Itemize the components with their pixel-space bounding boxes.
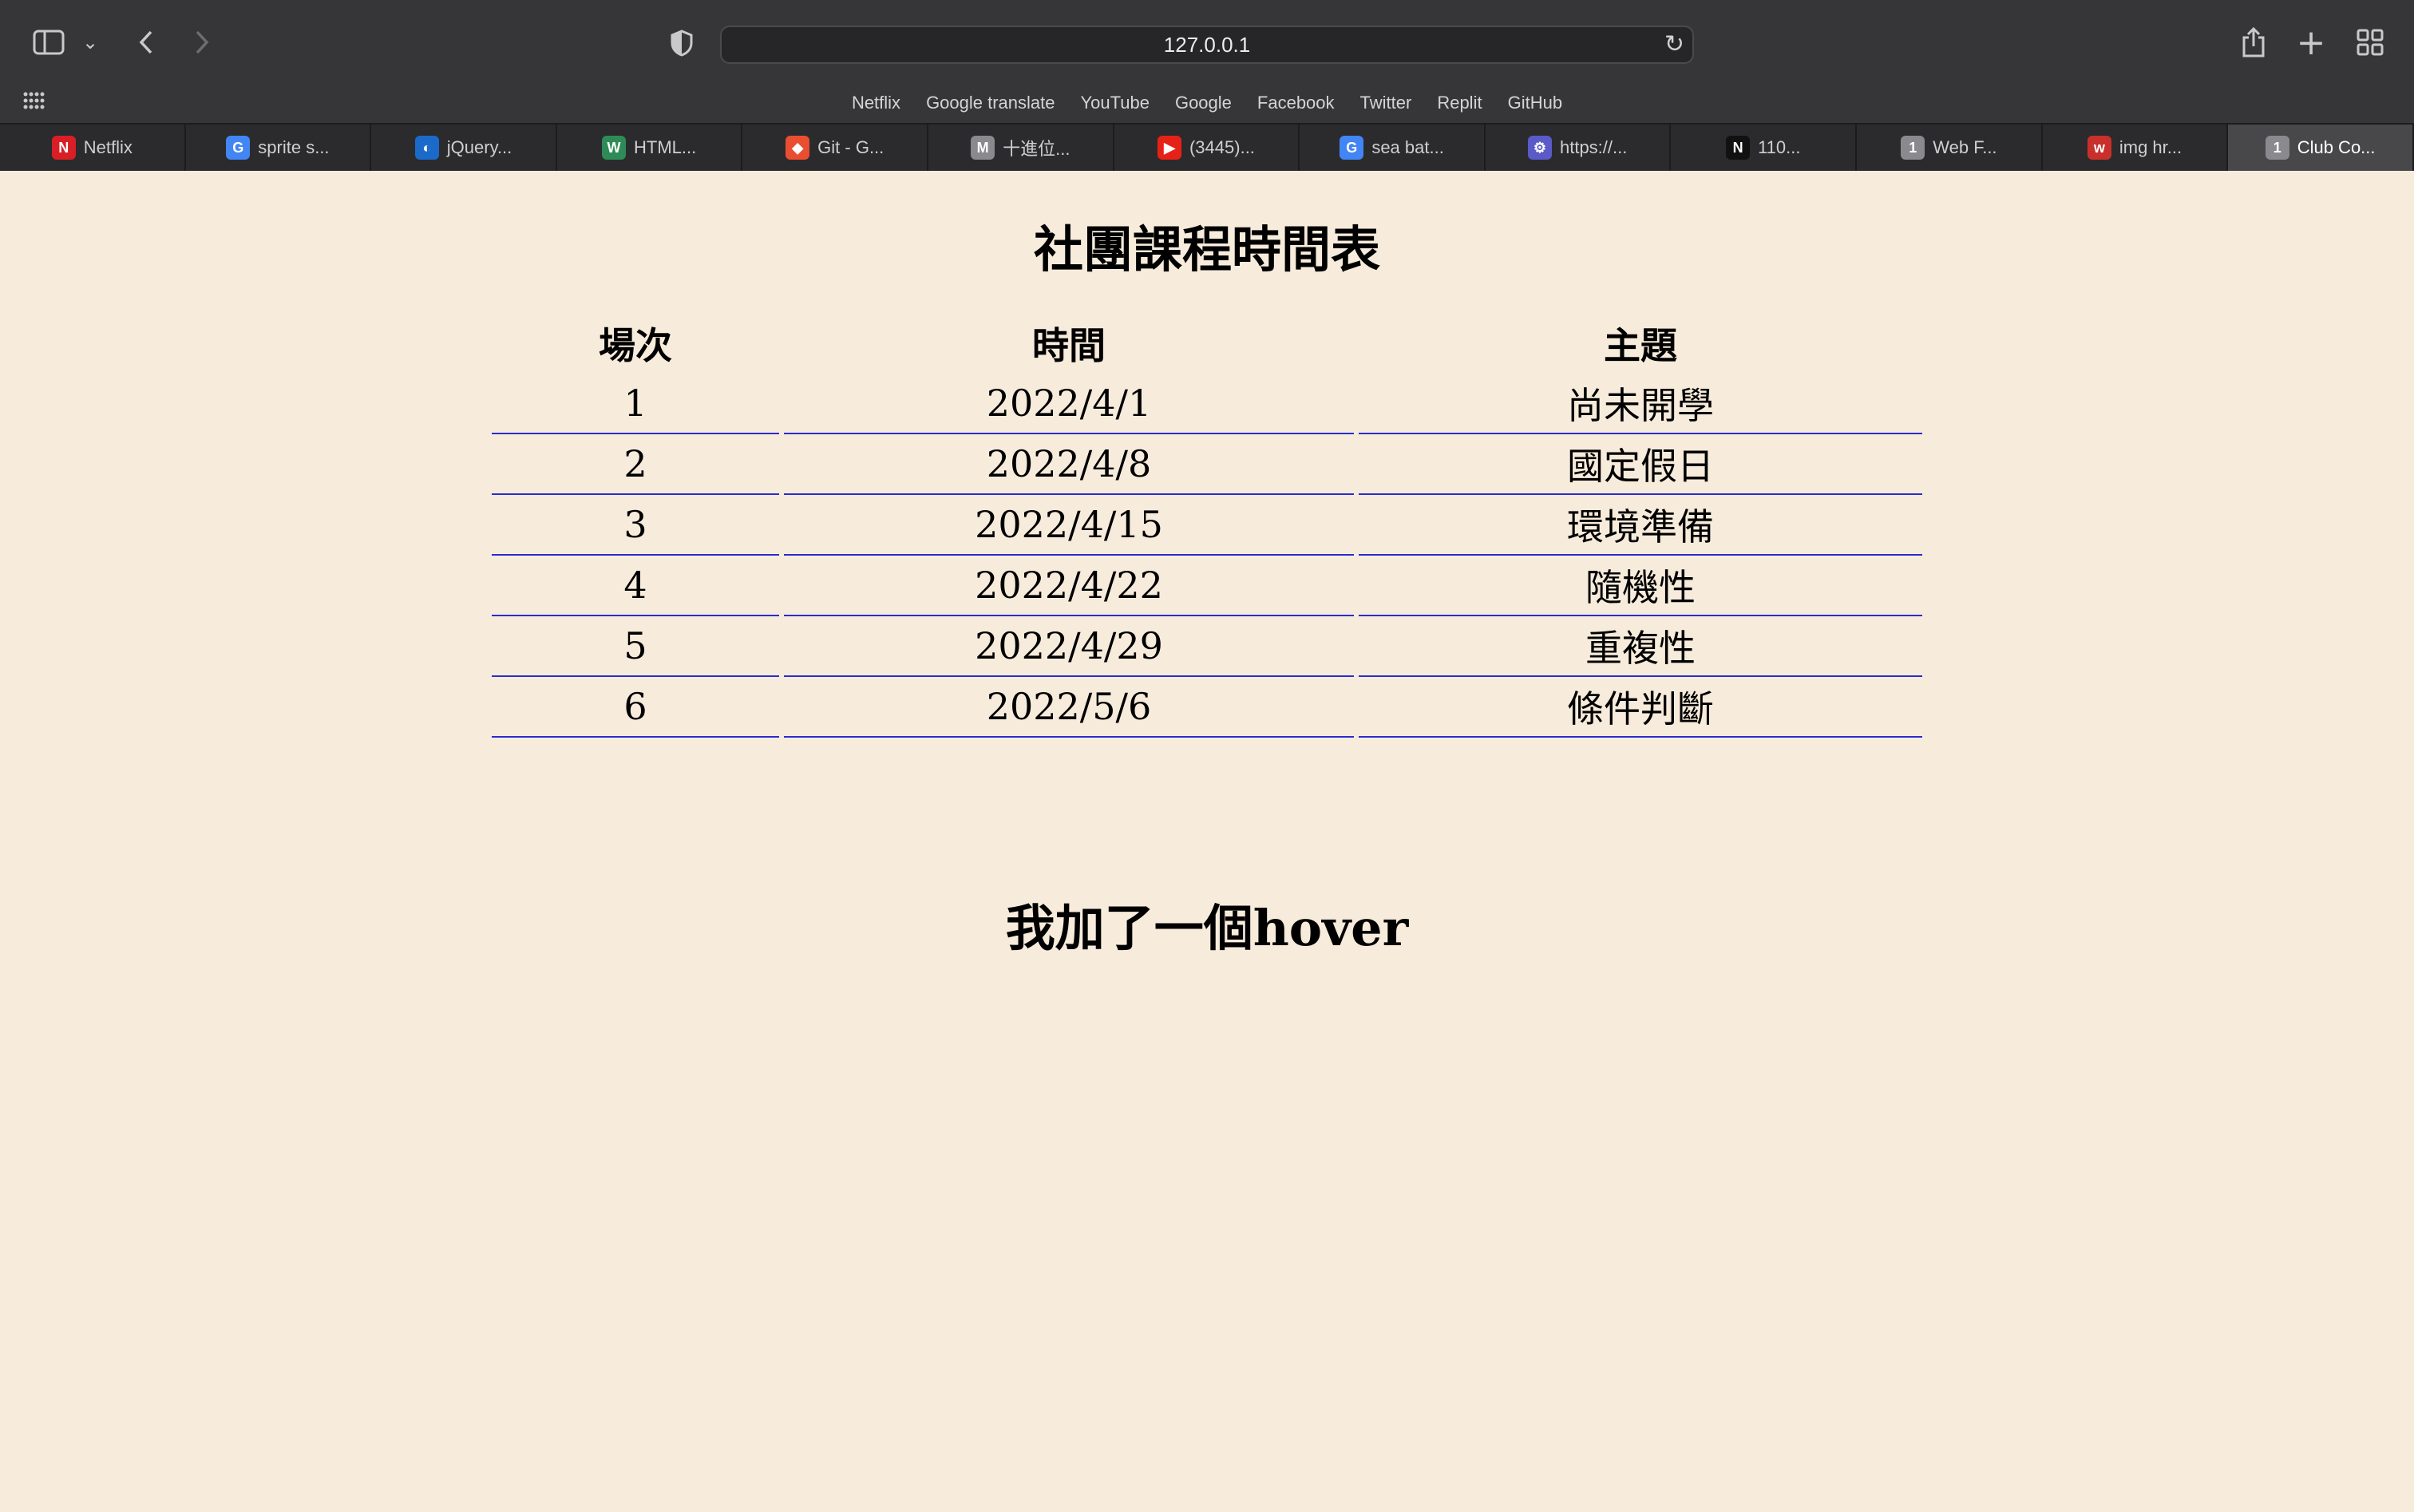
- table-row: 3 2022/4/15 環境準備: [492, 495, 1922, 556]
- favorite-google[interactable]: Google: [1175, 86, 1232, 120]
- table-row: 5 2022/4/29 重複性: [492, 616, 1922, 677]
- browser-tab-label: https://...: [1559, 137, 1628, 157]
- favorites-bar: Netflix Google translate YouTube Google …: [0, 86, 2414, 120]
- w3-red-icon: w: [2087, 136, 2111, 160]
- browser-tab[interactable]: ⚙ https://...: [1486, 125, 1672, 171]
- browser-tab-label: Netflix: [83, 137, 133, 157]
- browser-tab-label: sea bat...: [1371, 137, 1444, 157]
- reload-icon[interactable]: ↻: [1664, 30, 1684, 58]
- favorite-google-translate[interactable]: Google translate: [926, 86, 1055, 120]
- header-topic: 主題: [1604, 324, 1677, 367]
- browser-toolbar: ⌄ 127.0.0.1 ↻ +: [0, 0, 2414, 88]
- browser-tab[interactable]: Gsprite s...: [186, 125, 372, 171]
- table-row: 4 2022/4/22 隨機性: [492, 556, 1922, 616]
- browser-tab[interactable]: ◆ Git - G...: [742, 125, 929, 171]
- schedule-table: 場次 時間 主題 1 2022/4/1 尚未開學 2 2022/4/8 國定假日…: [492, 313, 1922, 738]
- favorite-replit[interactable]: Replit: [1437, 86, 1482, 120]
- browser-tab[interactable]: 1 Web F...: [1857, 125, 2043, 171]
- browser-tab[interactable]: ◐ jQuery...: [371, 125, 557, 171]
- cell-date: 2022/5/6: [784, 677, 1354, 738]
- browser-tab[interactable]: N Netflix: [0, 125, 186, 171]
- cell-topic: 條件判斷: [1359, 677, 1922, 738]
- table-row: 1 2022/4/1 尚未開學: [492, 374, 1922, 434]
- browser-tab[interactable]: N 110...: [1671, 125, 1858, 171]
- page-content: 社團課程時間表 場次 時間 主題 1 2022/4/1 尚未開學 2 2022/…: [0, 169, 2414, 1512]
- cell-session: 5: [492, 616, 779, 677]
- favorite-twitter[interactable]: Twitter: [1360, 86, 1412, 120]
- tab-bar: N Netflix Gsprite s... ◐ jQuery... W HTML... ◆ G…: [0, 123, 2414, 171]
- browser-tab-label: img hr...: [2119, 137, 2182, 157]
- browser-tab[interactable]: W HTML...: [557, 125, 743, 171]
- cell-session: 2: [492, 434, 779, 495]
- web-icon: ⚙: [1527, 136, 1552, 160]
- browser-tab-label: sprite s...: [258, 137, 330, 157]
- cell-topic: 重複性: [1359, 616, 1922, 677]
- page-title: 社團課程時間表: [1033, 220, 1380, 279]
- table-row: 6 2022/5/6 條件判斷: [492, 677, 1922, 738]
- table-header-row: 場次 時間 主題: [492, 313, 1922, 374]
- browser-tab-label: Web F...: [1933, 137, 1997, 157]
- cell-date: 2022/4/1: [784, 374, 1354, 434]
- chevron-down-icon[interactable]: ⌄: [77, 29, 104, 56]
- cell-session: 4: [492, 556, 779, 616]
- browser-tab-label: 十進位...: [1003, 139, 1070, 159]
- address-bar[interactable]: 127.0.0.1 ↻: [720, 26, 1694, 64]
- numbered-tab-icon: 1: [2265, 136, 2289, 160]
- numbered-tab-icon: 1: [1901, 136, 1925, 160]
- browser-tab-label: Club Co...: [2297, 137, 2376, 157]
- forward-icon[interactable]: [184, 24, 220, 61]
- browser-tab[interactable]: M 十進位...: [928, 125, 1114, 171]
- netflix-icon: N: [51, 136, 76, 160]
- share-icon[interactable]: [2235, 22, 2272, 62]
- google-icon: G: [226, 136, 251, 160]
- jquery-icon: ◐: [414, 136, 439, 160]
- hover-note-heading: 我加了一個hover: [1005, 899, 1409, 957]
- browser-tab[interactable]: Gsea bat...: [1300, 125, 1486, 171]
- favorite-netflix[interactable]: Netflix: [852, 86, 900, 120]
- notion-icon: N: [1726, 136, 1751, 160]
- medium-icon: M: [971, 136, 995, 160]
- cell-date: 2022/4/29: [784, 616, 1354, 677]
- browser-tab[interactable]: w img hr...: [2043, 125, 2229, 171]
- favorite-github[interactable]: GitHub: [1508, 86, 1562, 120]
- cell-topic: 尚未開學: [1359, 374, 1922, 434]
- table-row: 2 2022/4/8 國定假日: [492, 434, 1922, 495]
- header-date: 時間: [1032, 324, 1106, 367]
- favorite-youtube[interactable]: YouTube: [1081, 86, 1150, 120]
- sidebar-toggle-icon[interactable]: [30, 24, 67, 61]
- privacy-shield-icon[interactable]: [666, 27, 698, 59]
- cell-session: 6: [492, 677, 779, 738]
- back-icon[interactable]: [128, 24, 164, 61]
- favorites-list: Netflix Google translate YouTube Google …: [0, 86, 2414, 120]
- browser-tab-label: Git - G...: [817, 137, 884, 157]
- w3schools-icon: W: [602, 136, 627, 160]
- cell-topic: 環境準備: [1359, 495, 1922, 556]
- browser-tab-label: jQuery...: [446, 137, 512, 157]
- browser-tab[interactable]: ▶ (3445)...: [1114, 125, 1300, 171]
- cell-topic: 國定假日: [1359, 434, 1922, 495]
- cell-date: 2022/4/22: [784, 556, 1354, 616]
- youtube-icon: ▶: [1157, 136, 1181, 160]
- cell-session: 3: [492, 495, 779, 556]
- google-icon: G: [1340, 136, 1364, 160]
- cell-topic: 隨機性: [1359, 556, 1922, 616]
- cell-session: 1: [492, 374, 779, 434]
- browser-chrome: ⌄ 127.0.0.1 ↻ + Netflix Google translate…: [0, 0, 2414, 171]
- git-icon: ◆: [786, 136, 810, 160]
- cell-date: 2022/4/15: [784, 495, 1354, 556]
- browser-tab-label: HTML...: [634, 137, 697, 157]
- new-tab-icon[interactable]: +: [2293, 22, 2329, 63]
- url-text: 127.0.0.1: [1163, 32, 1251, 57]
- favorite-facebook[interactable]: Facebook: [1257, 86, 1335, 120]
- cell-date: 2022/4/8: [784, 434, 1354, 495]
- browser-tab-label: (3445)...: [1189, 137, 1255, 157]
- header-session: 場次: [599, 324, 672, 367]
- browser-tab[interactable]: 1 Club Co...: [2228, 125, 2414, 171]
- tab-overview-icon[interactable]: [2352, 24, 2388, 61]
- browser-tab-label: 110...: [1758, 137, 1801, 157]
